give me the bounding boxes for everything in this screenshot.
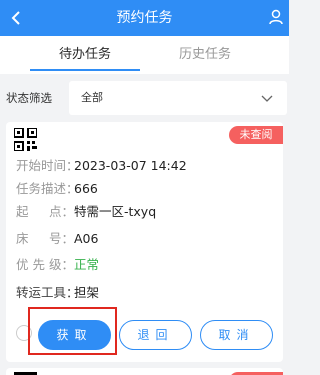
field-value: 666	[74, 181, 98, 196]
qr-code-icon[interactable]	[14, 128, 37, 151]
app-header: 预约任务	[0, 0, 289, 36]
field-transport-tool: 转运工具：担架	[16, 283, 99, 303]
tab-history[interactable]: 历史任务	[145, 36, 265, 74]
status-filter: 状态筛选 全部	[0, 78, 289, 118]
field-value: 特需一区-txyq	[74, 204, 157, 219]
chevron-down-icon	[261, 95, 273, 102]
page-title: 预约任务	[116, 10, 173, 26]
field-value: 担架	[74, 285, 100, 300]
field-key: 开始时间：	[16, 158, 79, 173]
user-button[interactable]	[269, 9, 285, 27]
status-badge: 未查阅	[229, 126, 283, 144]
highlight-box	[28, 307, 117, 355]
field-value: 正常	[74, 257, 100, 272]
field-key: 转运工具：	[16, 285, 79, 300]
field-value: 2023-03-07 14:42	[74, 158, 187, 173]
field-value: A06	[74, 231, 99, 246]
field-key: 床 号：	[16, 231, 74, 246]
field-key: 起 点：	[16, 204, 74, 219]
field-key: 优 先 级：	[16, 257, 74, 272]
user-icon	[269, 9, 283, 25]
field-origin: 起 点：特需一区-txyq	[16, 202, 156, 222]
next-task-card	[6, 368, 283, 375]
field-bed: 床 号：A06	[16, 229, 98, 249]
field-description: 任务描述：666	[16, 179, 98, 199]
status-select-value: 全部	[81, 91, 103, 104]
active-tab-indicator	[30, 69, 140, 71]
field-start-time: 开始时间：2023-03-07 14:42	[16, 156, 187, 176]
filter-label: 状态筛选	[6, 91, 52, 105]
cancel-button[interactable]: 取消	[200, 320, 273, 350]
return-button[interactable]: 退回	[119, 320, 192, 350]
field-key: 任务描述：	[16, 181, 79, 196]
status-select[interactable]: 全部	[69, 81, 287, 115]
field-priority: 优 先 级：正常	[16, 255, 99, 275]
